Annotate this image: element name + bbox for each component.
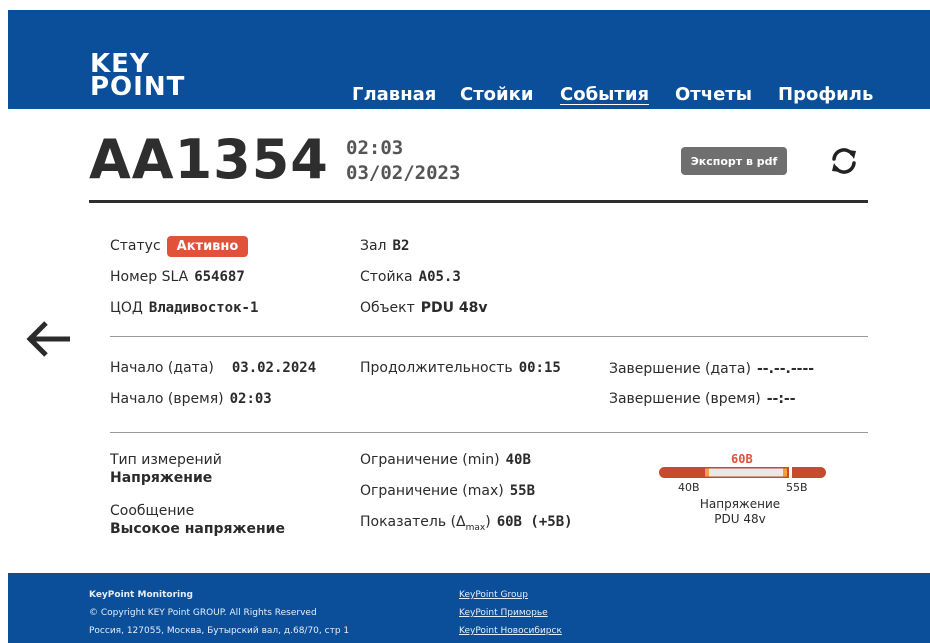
indicator-row: Показатель (Δmax) 60В (+5В): [360, 514, 573, 533]
footer-copyright: © Copyright KEY Point GROUP. All Rights …: [89, 608, 317, 618]
start-date-row: Начало (дата) 03.02.2024: [110, 360, 316, 376]
event-id: AA1354: [89, 128, 329, 191]
duration-value: 00:15: [518, 360, 561, 376]
event-date: 03/02/2023: [346, 162, 461, 184]
measure-type-value: Напряжение: [110, 470, 213, 486]
indicator-label-prefix: Показатель (Δ: [360, 514, 466, 530]
section-divider-1: [110, 336, 868, 337]
end-date-label: Завершение (дата): [609, 361, 751, 377]
start-time-row: Начало (время) 02:03: [110, 391, 272, 407]
footer: KeyPoint Monitoring © Copyright KEY Poin…: [8, 573, 930, 643]
gauge-caption: Напряжение PDU 48v: [690, 497, 790, 527]
message-block: Сообщение Высокое напряжение: [110, 503, 285, 537]
nav-profile[interactable]: Профиль: [778, 84, 873, 105]
logo[interactable]: KEY POINT: [90, 51, 186, 102]
rack-label: Стойка: [360, 269, 413, 285]
hall-row: Зал B2: [360, 238, 409, 254]
min-label: Ограничение (min): [360, 452, 500, 468]
footer-address: Россия, 127055, Москва, Бутырский вал, д…: [89, 626, 350, 636]
object-label: Объект: [360, 300, 415, 316]
status-badge: Активно: [166, 236, 249, 257]
object-value: PDU 48v: [420, 300, 488, 316]
status-label: Статус: [110, 238, 161, 254]
min-row: Ограничение (min) 40В: [360, 452, 531, 468]
footer-link-primorye[interactable]: KeyPoint Приморье: [459, 608, 548, 618]
nav-events[interactable]: События: [560, 84, 649, 105]
indicator-label-sub: max: [465, 522, 486, 533]
footer-link-group[interactable]: KeyPoint Group: [459, 590, 528, 600]
export-pdf-button[interactable]: Экспорт в pdf: [681, 147, 787, 175]
dc-value: Владивосток-1: [148, 300, 259, 316]
min-value: 40В: [505, 452, 531, 468]
indicator-value: 60В (+5В): [496, 514, 573, 530]
gauge-max-tick: 55В: [786, 481, 808, 494]
sla-label: Номер SLA: [110, 269, 189, 285]
nav-reports[interactable]: Отчеты: [675, 84, 752, 105]
refresh-icon[interactable]: [828, 145, 860, 177]
end-time-row: Завершение (время) --:--: [609, 391, 796, 407]
duration-row: Продолжительность 00:15: [360, 360, 561, 376]
max-value: 55В: [509, 483, 536, 499]
start-time-label: Начало (время): [110, 391, 224, 407]
top-header: KEY POINT Главная Стойки События Отчеты …: [8, 10, 930, 109]
logo-line-2: POINT: [90, 72, 186, 102]
indicator-label: Показатель (Δmax): [360, 514, 491, 533]
rack-row: Стойка A05.3: [360, 269, 461, 285]
voltage-gauge: [659, 467, 826, 478]
message-label: Сообщение: [110, 503, 195, 519]
max-row: Ограничение (max) 55В: [360, 483, 535, 499]
measure-type-block: Тип измерений Напряжение: [110, 452, 222, 486]
message-value: Высокое напряжение: [110, 521, 285, 537]
indicator-label-suffix: ): [485, 514, 491, 530]
footer-company: KeyPoint Monitoring: [89, 590, 193, 600]
nav-racks[interactable]: Стойки: [460, 84, 533, 105]
footer-link-novosibirsk[interactable]: KeyPoint Новосибирск: [459, 626, 562, 636]
end-date-value: --.--.----: [756, 361, 815, 377]
measure-type-label: Тип измерений: [110, 452, 222, 468]
end-date-row: Завершение (дата) --.--.----: [609, 361, 814, 377]
start-date-label: Начало (дата): [110, 360, 214, 376]
gauge-min-tick: 40В: [678, 481, 700, 494]
dc-label: ЦОД: [110, 300, 143, 316]
section-divider-2: [110, 432, 868, 433]
object-row: Объект PDU 48v: [360, 300, 488, 316]
sla-row: Номер SLA 654687: [110, 269, 245, 285]
hall-label: Зал: [360, 238, 387, 254]
max-label: Ограничение (max): [360, 483, 504, 499]
start-date-value: 03.02.2024: [231, 360, 317, 376]
end-time-value: --:--: [766, 391, 796, 407]
event-time: 02:03: [346, 137, 404, 159]
sla-value: 654687: [194, 269, 245, 285]
title-divider: [89, 200, 868, 203]
nav-home[interactable]: Главная: [352, 84, 436, 105]
dc-row: ЦОД Владивосток-1: [110, 300, 258, 316]
gauge-current-label: 60В: [731, 452, 753, 466]
status-row: Статус Активно: [110, 236, 249, 257]
gauge-caption-line-2: PDU 48v: [714, 512, 766, 526]
rack-value: A05.3: [418, 269, 461, 285]
end-time-label: Завершение (время): [609, 391, 761, 407]
gauge-caption-line-1: Напряжение: [699, 497, 781, 511]
back-arrow-icon[interactable]: [24, 320, 72, 358]
duration-label: Продолжительность: [360, 360, 513, 376]
hall-value: B2: [392, 238, 410, 254]
start-time-value: 02:03: [229, 391, 272, 407]
